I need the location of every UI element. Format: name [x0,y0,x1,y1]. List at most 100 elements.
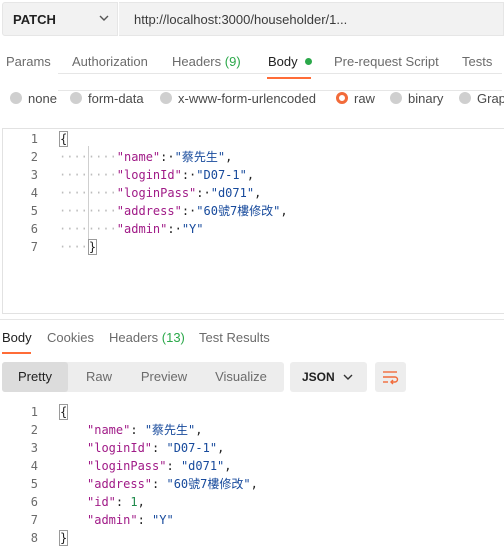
json-key: "loginPass" [87,459,167,473]
format-select[interactable]: JSON [290,362,367,392]
tab-headers[interactable]: Headers (9) [172,54,241,69]
json-key: "loginPass" [116,186,197,200]
radio-graphql[interactable]: Grap [459,91,504,106]
json-value: "d071" [180,459,225,473]
view-visualize-button[interactable]: Visualize [198,362,284,392]
json-key: "name" [116,150,161,164]
open-brace: { [59,131,69,147]
json-value: "蔡先生" [174,150,226,164]
json-key: "address" [116,204,182,218]
active-tab-indicator [2,352,31,354]
line-number: 3 [30,168,38,182]
json-value: "Y" [152,513,174,527]
tab-cookies[interactable]: Cookies [47,330,94,345]
json-key: "admin" [116,222,168,236]
json-key: "address" [87,477,153,491]
response-headers-count: (13) [161,330,185,345]
json-key: "loginId" [116,168,182,182]
code-line: ········"admin":·"Y" [59,222,204,236]
json-value: 1 [130,495,138,509]
close-brace: } [59,530,69,546]
response-code-line: "address": "60號7樓修改", [87,477,258,491]
format-label: JSON [302,370,335,384]
line-number: 5 [30,477,38,491]
radio-circle-icon [70,92,82,104]
response-code-line: } [59,529,69,547]
line-number: 4 [30,459,38,473]
line-number: 6 [30,222,38,236]
chevron-down-icon [99,15,109,21]
section-divider [0,319,504,320]
response-code-line: "id": 1, [87,495,145,509]
code-line: { [59,130,69,148]
code-line: ········"name":·"蔡先生", [59,150,233,164]
body-modified-dot [304,58,312,65]
response-code-line: "loginId": "D07-1", [87,441,225,455]
json-key: "admin" [87,513,138,527]
json-value: "Y" [181,222,204,236]
request-url-bar: PATCH http://localhost:3000/householder/… [0,0,504,38]
response-tabs: Body Cookies Headers (13) Test Results [0,326,504,354]
radio-form-data[interactable]: form-data [70,91,144,106]
line-number: 1 [30,132,38,146]
json-value: "D07-1" [166,441,218,455]
line-number: 7 [30,513,38,527]
tab-response-headers[interactable]: Headers (13) [109,330,185,345]
json-key: "loginId" [87,441,153,455]
tab-test-results[interactable]: Test Results [199,330,270,345]
code-line: ········"address":·"60號7樓修改", [59,204,288,218]
method-select[interactable]: PATCH [2,2,118,36]
open-brace: { [59,404,69,420]
wrap-lines-button[interactable] [375,362,406,392]
tab-pre-request-script[interactable]: Pre-request Script [334,54,439,69]
json-value: "蔡先生" [144,423,196,437]
radio-circle-icon [390,92,402,104]
response-code-line: { [59,403,69,421]
code-line: ········"loginPass":·"d071", [59,186,262,200]
radio-selected-icon [336,92,348,104]
line-number: 3 [30,441,38,455]
view-raw-button[interactable]: Raw [68,362,130,392]
radio-circle-icon [10,92,22,104]
code-line: ········"loginId":·"D07-1", [59,168,255,182]
chevron-down-icon [343,374,353,380]
line-number: 7 [30,240,38,254]
json-value: "60號7樓修改" [196,204,281,218]
line-number: 4 [30,186,38,200]
tab-tests[interactable]: Tests [462,54,492,69]
tab-params[interactable]: Params [6,54,51,69]
word-wrap-icon [383,371,399,385]
view-mode-segmented: Pretty Raw Preview Visualize [2,362,284,392]
code-line: ····} [59,239,98,255]
tab-response-body[interactable]: Body [2,330,32,345]
view-pretty-button[interactable]: Pretty [2,362,68,392]
radio-raw[interactable]: raw [336,91,375,106]
line-number: 2 [30,150,38,164]
json-value: "D07-1" [196,168,247,182]
url-input[interactable]: http://localhost:3000/householder/1... [119,2,504,36]
radio-circle-icon [459,92,471,104]
radio-binary[interactable]: binary [390,91,443,106]
json-value: "d071" [210,186,255,200]
json-key: "name" [87,423,131,437]
line-number: 6 [30,495,38,509]
current-line-highlight [58,73,502,91]
headers-count: (9) [224,54,241,69]
response-code-line: "name": "蔡先生", [87,423,203,437]
view-preview-button[interactable]: Preview [130,362,198,392]
tab-body[interactable]: Body [268,54,312,69]
response-code-line: "admin": "Y" [87,513,174,527]
method-label: PATCH [13,12,56,27]
radio-x-www-form-urlencoded[interactable]: x-www-form-urlencoded [160,91,316,106]
line-number: 8 [30,531,38,545]
line-number: 2 [30,423,38,437]
radio-circle-icon [160,92,172,104]
url-text: http://localhost:3000/householder/1... [134,12,348,27]
tab-authorization[interactable]: Authorization [72,54,148,69]
radio-none[interactable]: none [10,91,57,106]
body-type-radios: none form-data x-www-form-urlencoded raw… [0,88,504,110]
response-code-line: "loginPass": "d071", [87,459,232,473]
line-number: 1 [30,405,38,419]
close-brace: } [87,239,98,255]
line-number: 5 [30,204,38,218]
